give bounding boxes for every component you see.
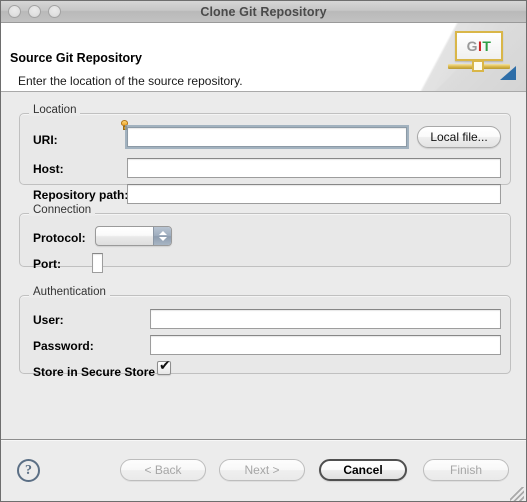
user-input[interactable] bbox=[150, 309, 501, 329]
wizard-content: Location URI: Local file... Host: Reposi… bbox=[1, 92, 526, 440]
window-controls bbox=[8, 5, 61, 18]
minimize-button-icon[interactable] bbox=[28, 5, 41, 18]
port-input[interactable] bbox=[92, 253, 103, 273]
protocol-combobox[interactable] bbox=[95, 226, 172, 246]
connection-group-box: Protocol: Port: bbox=[19, 213, 511, 273]
next-button[interactable]: Next > bbox=[219, 459, 305, 481]
git-logo-icon: GIT bbox=[448, 28, 516, 86]
user-label: User: bbox=[33, 313, 64, 327]
password-input[interactable] bbox=[150, 335, 501, 355]
authentication-group-title: Authentication bbox=[29, 286, 110, 298]
authentication-group-box: User: Password: Store in Secure Store ✔ bbox=[19, 295, 511, 379]
dialog-button-bar: ? < Back Next > Cancel Finish bbox=[1, 440, 526, 501]
close-button-icon[interactable] bbox=[8, 5, 21, 18]
page-title: Source Git Repository bbox=[10, 51, 142, 65]
back-button[interactable]: < Back bbox=[120, 459, 206, 481]
port-label: Port: bbox=[33, 257, 61, 271]
finish-button[interactable]: Finish bbox=[423, 459, 509, 481]
host-input[interactable] bbox=[127, 158, 501, 178]
git-logo-board: GIT bbox=[455, 31, 503, 61]
host-label: Host: bbox=[33, 162, 64, 176]
repository-path-label: Repository path: bbox=[33, 188, 129, 202]
uri-label: URI: bbox=[33, 133, 58, 147]
location-group: Location URI: Local file... Host: Reposi… bbox=[19, 104, 511, 204]
location-group-title: Location bbox=[29, 104, 81, 116]
cancel-button[interactable]: Cancel bbox=[319, 459, 407, 481]
protocol-label: Protocol: bbox=[33, 231, 86, 245]
connection-group-title: Connection bbox=[29, 204, 96, 216]
git-logo-letter-g: G bbox=[466, 38, 478, 54]
git-logo-knob bbox=[472, 60, 484, 72]
chevron-down-icon bbox=[158, 237, 167, 241]
connection-group: Connection Protocol: Port: bbox=[19, 204, 511, 273]
git-logo-triangle bbox=[500, 66, 516, 80]
chevron-up-icon bbox=[158, 231, 167, 235]
password-label: Password: bbox=[33, 339, 94, 353]
window-title: Clone Git Repository bbox=[200, 4, 327, 19]
protocol-stepper-arrows-icon[interactable] bbox=[153, 227, 171, 245]
git-logo-letter-t: T bbox=[482, 38, 492, 54]
local-file-button[interactable]: Local file... bbox=[417, 126, 501, 148]
help-button-icon[interactable]: ? bbox=[17, 459, 40, 482]
title-bar[interactable]: Clone Git Repository bbox=[1, 1, 526, 23]
clone-git-repository-dialog: Clone Git Repository GIT Source Git Repo… bbox=[0, 0, 527, 502]
page-description: Enter the location of the source reposit… bbox=[18, 74, 243, 88]
store-secure-store-checkbox[interactable]: ✔ bbox=[157, 358, 171, 375]
location-group-box: URI: Local file... Host: Repository path… bbox=[19, 113, 511, 204]
uri-input[interactable] bbox=[127, 127, 407, 147]
checkmark-icon: ✔ bbox=[159, 358, 171, 374]
resize-grip[interactable] bbox=[510, 487, 524, 501]
store-secure-store-label: Store in Secure Store bbox=[33, 365, 156, 379]
authentication-group: Authentication User: Password: Store in … bbox=[19, 286, 511, 379]
repository-path-input[interactable] bbox=[127, 184, 501, 204]
zoom-button-icon[interactable] bbox=[48, 5, 61, 18]
wizard-header: GIT Source Git Repository Enter the loca… bbox=[1, 23, 526, 92]
